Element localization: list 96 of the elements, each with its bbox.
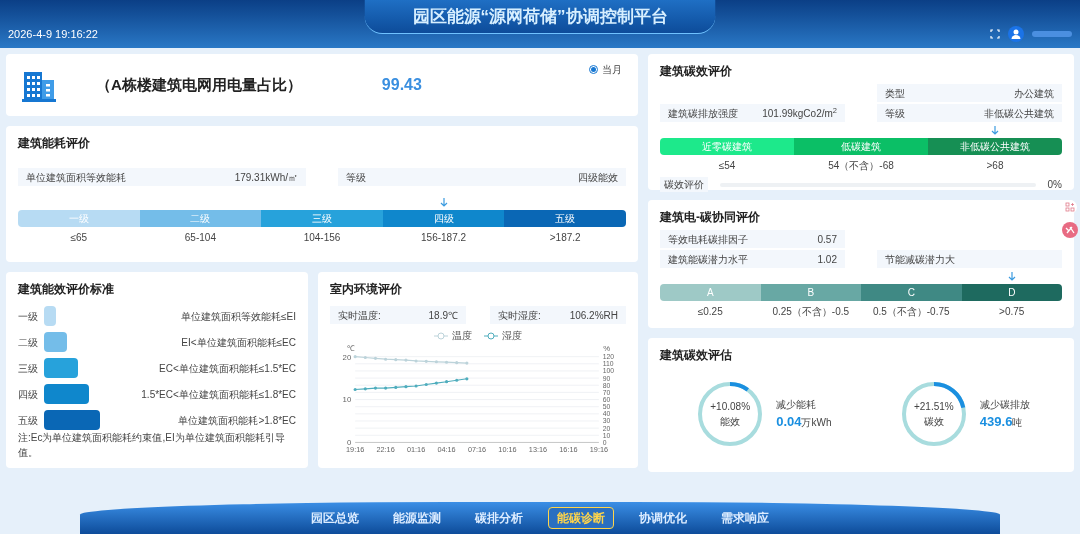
field-label: 实时湿度: [498, 308, 541, 323]
scale-segment: C [861, 284, 962, 301]
datetime-text: 2026-4-9 19:16:22 [8, 26, 98, 42]
y-tick-label: 10 [342, 395, 352, 405]
range-label: 54（不含）-68 [828, 159, 894, 173]
nav-tab[interactable]: 园区总览 [302, 507, 368, 529]
card-title: 建筑碳效评估 [660, 347, 732, 364]
scale-segment: A [660, 284, 761, 301]
unit-text: 万kWh [801, 415, 832, 430]
grade-label: 五级 [18, 413, 39, 428]
field-label: 等级 [346, 170, 366, 185]
card-title: 建筑能效评价标准 [18, 281, 114, 298]
range-label: 0.5（不含）-0.75 [872, 305, 950, 319]
footnote-text: 注:Ec为单位建筑面积能耗约束值,EI为单位建筑面积能耗引导值。 [18, 431, 286, 460]
fullscreen-icon[interactable] [990, 29, 1000, 39]
scale-segment: 五级 [504, 210, 626, 227]
nav-tab[interactable]: 协调优化 [630, 507, 696, 529]
progress-reading: 0% [1047, 178, 1062, 192]
gauge-label: 碳效 [923, 415, 944, 429]
field-value: 0.57 [817, 232, 837, 247]
scale-segment: 二级 [139, 210, 262, 227]
y-tick-label: 20 [342, 352, 352, 362]
percent-text: +21.51% [913, 400, 954, 414]
field-value: 179.31kWh/㎡ [234, 170, 298, 185]
field-value: 非低碳公共建筑 [984, 106, 1054, 121]
grade-label: 三级 [18, 361, 39, 376]
range-label: ≤65 [70, 231, 88, 245]
field-label: 单位建筑面积等效能耗 [26, 170, 126, 185]
grade-rule: 单位建筑面积能耗>1.8*EC [178, 413, 296, 428]
range-label: >68 [986, 159, 1004, 173]
field-value: 办公建筑 [1014, 86, 1054, 101]
nav-tab[interactable]: 需求响应 [712, 507, 778, 529]
grade-label: 四级 [18, 387, 39, 402]
range-label: 104-156 [303, 231, 341, 245]
range-label: 156-187.2 [421, 231, 467, 245]
field-label: 建筑能碳潜力水平 [668, 252, 748, 267]
scale-segment: 三级 [261, 210, 383, 227]
grade-rule: EC<单位建筑面积能耗≤1.5*EC [159, 361, 296, 376]
scale-segment: 四级 [382, 210, 505, 227]
percent-text: +10.08% [710, 400, 751, 414]
field-label: 类型 [885, 86, 905, 101]
scale-segment: 近零碳建筑 [660, 138, 794, 155]
username-redaction [1032, 31, 1072, 37]
range-label: 0.25（不含）-0.5 [772, 305, 850, 319]
grade-rule: 1.5*EC<单位建筑面积能耗≤1.8*EC [141, 387, 296, 402]
value-text: 0.04 [776, 412, 802, 431]
card-title: 建筑电-碳协同评价 [660, 209, 760, 226]
field-label: 等级 [885, 106, 905, 121]
range-label: ≤0.25 [697, 305, 723, 319]
arrow-down-icon [439, 198, 448, 208]
caption-text: 减少能耗 [776, 397, 818, 412]
range-label: >0.75 [999, 305, 1025, 319]
axis-unit: % [603, 343, 611, 353]
range-label: ≤54 [718, 159, 736, 173]
field-label: 等效电耗碳排因子 [668, 232, 748, 247]
field-value: 101.99kgCo2/m$^{2}$ [762, 105, 837, 121]
field-value: 四级能效 [578, 170, 618, 185]
field-label: 实时温度: [338, 308, 381, 323]
assistant-icon[interactable] [1062, 222, 1078, 238]
range-label: 65-104 [184, 231, 216, 245]
card-title: 建筑能耗评价 [18, 135, 90, 152]
grade-label: 一级 [18, 309, 39, 324]
field-value: 106.2%RH [569, 308, 618, 323]
axis-unit: ℃ [347, 343, 356, 353]
nav-tab[interactable]: 碳排分析 [466, 507, 532, 529]
nav-tab[interactable]: 能碳诊断 [548, 507, 614, 529]
y-tick-label: 0 [346, 438, 352, 448]
grade-rule: EI<单位建筑面积能耗≤EC [181, 335, 296, 350]
card-title: 室内环境评价 [330, 281, 402, 298]
scale-segment: 非低碳公共建筑 [928, 138, 1062, 155]
field-label: 建筑碳排放强度 [668, 106, 738, 121]
value-text: 439.6 [979, 412, 1013, 431]
card-title: 建筑碳效评价 [660, 63, 732, 80]
legend-label: 湿度 [502, 329, 522, 343]
grade-rule: 单位建筑面积等效能耗≤EI [181, 309, 296, 324]
caption-text: 减少碳排放 [979, 397, 1030, 412]
unit-text: 吨 [1012, 415, 1023, 430]
info-field: 节能减碳潜力大 [877, 250, 1062, 268]
arrow-down-icon [1007, 272, 1016, 282]
summary-value: 99.43 [381, 75, 422, 95]
range-label: >187.2 [549, 231, 581, 245]
grade-label: 二级 [18, 335, 39, 350]
gauge-label: 能效 [720, 415, 741, 429]
summary-title: （A栋楼建筑电网用电量占比） [96, 74, 302, 95]
scale-segment: D [961, 284, 1062, 301]
arrow-down-icon [991, 126, 999, 136]
field-value: 18.9℃ [428, 308, 458, 323]
progress-label: 碳效评价 [660, 177, 708, 192]
period-radio[interactable]: 当月 [589, 62, 622, 77]
legend-label: 温度 [452, 329, 472, 343]
scale-segment: B [760, 284, 861, 301]
scale-segment: 低碳建筑 [794, 138, 928, 155]
avatar-icon[interactable] [1008, 26, 1024, 42]
nav-tab[interactable]: 能源监测 [384, 507, 450, 529]
field-value: 1.02 [817, 252, 837, 267]
platform-title: 园区能源“源网荷储”协调控制平台 [412, 5, 668, 28]
